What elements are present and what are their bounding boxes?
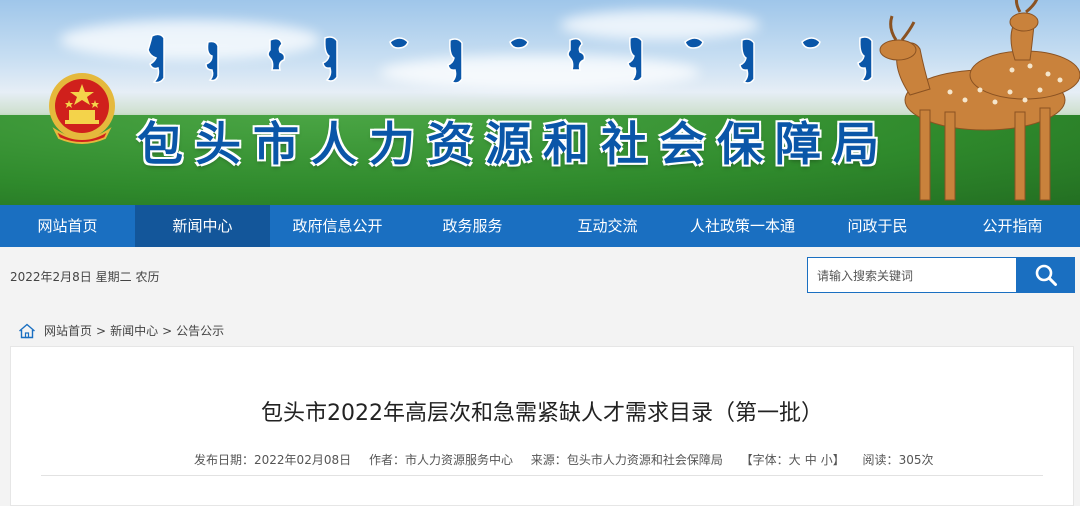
nav-item-policy-handbook[interactable]: 人社政策一本通 bbox=[675, 205, 810, 247]
nav-item-gov-info-disclosure[interactable]: 政府信息公开 bbox=[270, 205, 405, 247]
date-text: 2022年2月8日 星期二 农历 bbox=[10, 270, 160, 284]
search-box bbox=[807, 257, 1075, 294]
article-meta: 发布日期：2022年02月08日 作者：市人力资源服务中心 来源：包头市人力资源… bbox=[194, 451, 947, 468]
nav-item-gov-services[interactable]: 政务服务 bbox=[405, 205, 540, 247]
deer-illustration bbox=[879, 0, 1080, 201]
source-value: 包头市人力资源和社会保障局 bbox=[566, 453, 723, 467]
breadcrumb-announcements[interactable]: 公告公示 bbox=[176, 322, 224, 339]
publish-label: 发布日期： bbox=[194, 453, 255, 467]
font-size-large-button[interactable]: 大 bbox=[789, 453, 801, 467]
breadcrumb-separator: > bbox=[162, 323, 173, 338]
read-count-label: 阅读： bbox=[862, 453, 899, 467]
national-emblem-icon bbox=[49, 73, 115, 144]
nav-item-interaction[interactable]: 互动交流 bbox=[540, 205, 675, 247]
nav-item-home[interactable]: 网站首页 bbox=[0, 205, 135, 247]
site-title: 包头市人力资源和社会保障局 bbox=[137, 117, 891, 171]
publish-date: 2022年02月08日 bbox=[254, 453, 352, 467]
font-size-label: 【字体： bbox=[740, 453, 789, 467]
font-size-medium-button[interactable]: 中 bbox=[805, 453, 817, 467]
header-banner: 包头市人力资源和社会保障局 bbox=[0, 0, 1080, 205]
author-info: 作者：市人力资源服务中心 bbox=[369, 453, 513, 467]
author-value: 市人力资源服务中心 bbox=[404, 453, 513, 467]
search-input[interactable] bbox=[808, 258, 1027, 294]
article-title: 包头市2022年高层次和急需紧缺人才需求目录（第一批） bbox=[261, 401, 823, 426]
search-icon bbox=[1035, 264, 1057, 286]
article-card: 包头市2022年高层次和急需紧缺人才需求目录（第一批） 发布日期：2022年02… bbox=[10, 346, 1074, 506]
home-icon bbox=[19, 323, 35, 338]
nav-item-ask-public[interactable]: 问政于民 bbox=[810, 205, 945, 247]
main-nav: 网站首页 新闻中心 政府信息公开 政务服务 互动交流 人社政策一本通 问政于民 … bbox=[0, 205, 1080, 247]
info-bar: 2022年2月8日 星期二 农历 bbox=[0, 247, 1080, 309]
font-size-small-button[interactable]: 小】 bbox=[821, 453, 845, 467]
breadcrumb-home[interactable]: 网站首页 bbox=[44, 322, 92, 339]
divider bbox=[41, 475, 1043, 476]
author-label: 作者： bbox=[368, 453, 405, 467]
breadcrumb: 网站首页 > 新闻中心 > 公告公示 bbox=[18, 322, 224, 339]
publish-info: 发布日期：2022年02月08日 bbox=[194, 453, 351, 467]
font-size-control: 【字体：大中小】 bbox=[741, 453, 845, 467]
nav-item-disclosure-guide[interactable]: 公开指南 bbox=[945, 205, 1080, 247]
read-count: 阅读：305次 bbox=[863, 453, 934, 467]
source-label: 来源： bbox=[530, 453, 567, 467]
breadcrumb-news-center[interactable]: 新闻中心 bbox=[110, 322, 158, 339]
search-button[interactable] bbox=[1016, 257, 1075, 293]
read-count-value: 305次 bbox=[898, 453, 934, 467]
breadcrumb-separator: > bbox=[96, 323, 107, 338]
source-info: 来源：包头市人力资源和社会保障局 bbox=[531, 453, 723, 467]
nav-item-news-center[interactable]: 新闻中心 bbox=[135, 205, 270, 247]
